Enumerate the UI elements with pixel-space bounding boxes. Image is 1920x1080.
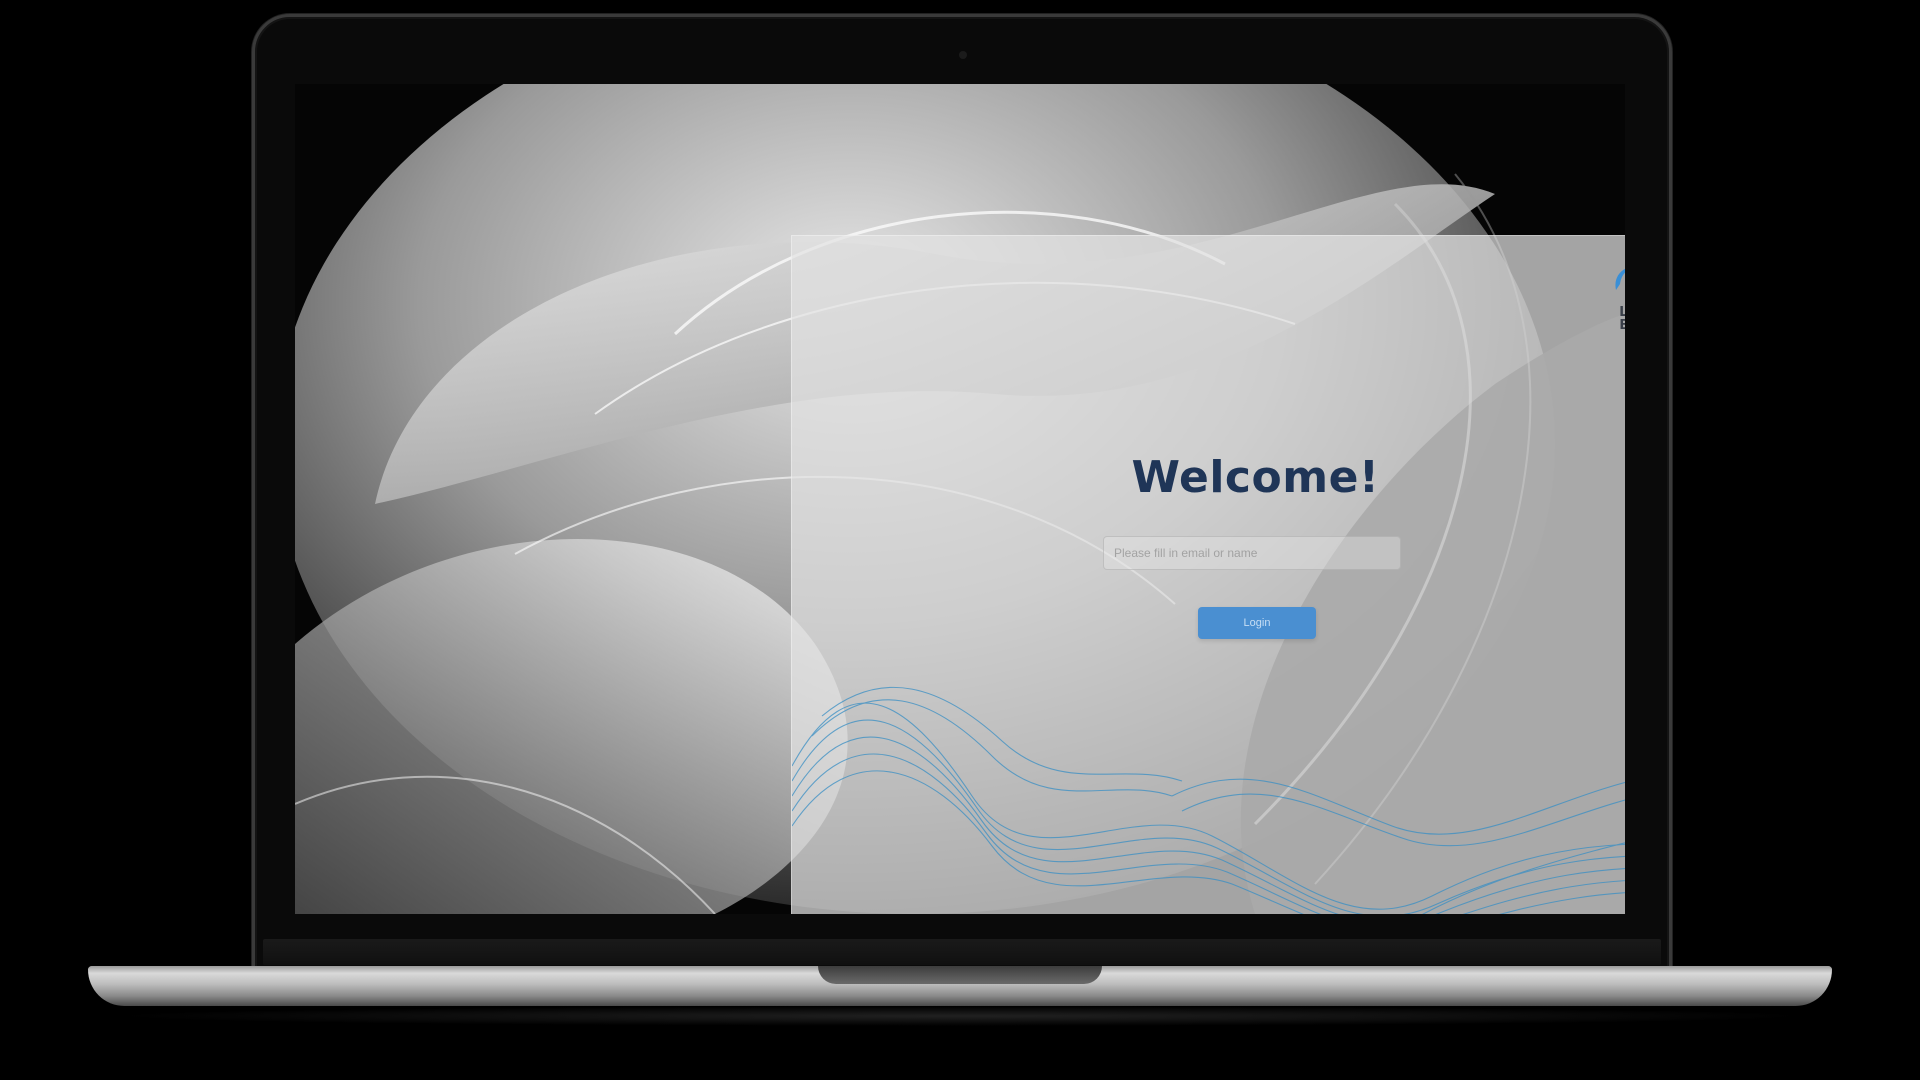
decorative-wave-lines xyxy=(792,686,1625,914)
camera-icon xyxy=(959,51,967,59)
lid-bottom-strip xyxy=(263,939,1661,965)
logo-text-line-2: BUBBLE xyxy=(1610,319,1625,332)
email-or-name-input[interactable] xyxy=(1103,536,1401,570)
welcome-heading: Welcome! xyxy=(1131,452,1380,503)
laptop-mockup-scene: LUXURY BUBBLE Welcome! Login xyxy=(0,0,1920,1080)
laptop-base xyxy=(88,966,1832,1006)
brand-logo: LUXURY BUBBLE xyxy=(1610,260,1625,360)
login-button[interactable]: Login xyxy=(1198,607,1316,639)
laptop-base-notch xyxy=(818,966,1102,984)
login-card: LUXURY BUBBLE Welcome! Login xyxy=(791,235,1625,914)
laptop-screen: LUXURY BUBBLE Welcome! Login xyxy=(295,84,1625,914)
laptop-shadow xyxy=(110,1006,1810,1026)
